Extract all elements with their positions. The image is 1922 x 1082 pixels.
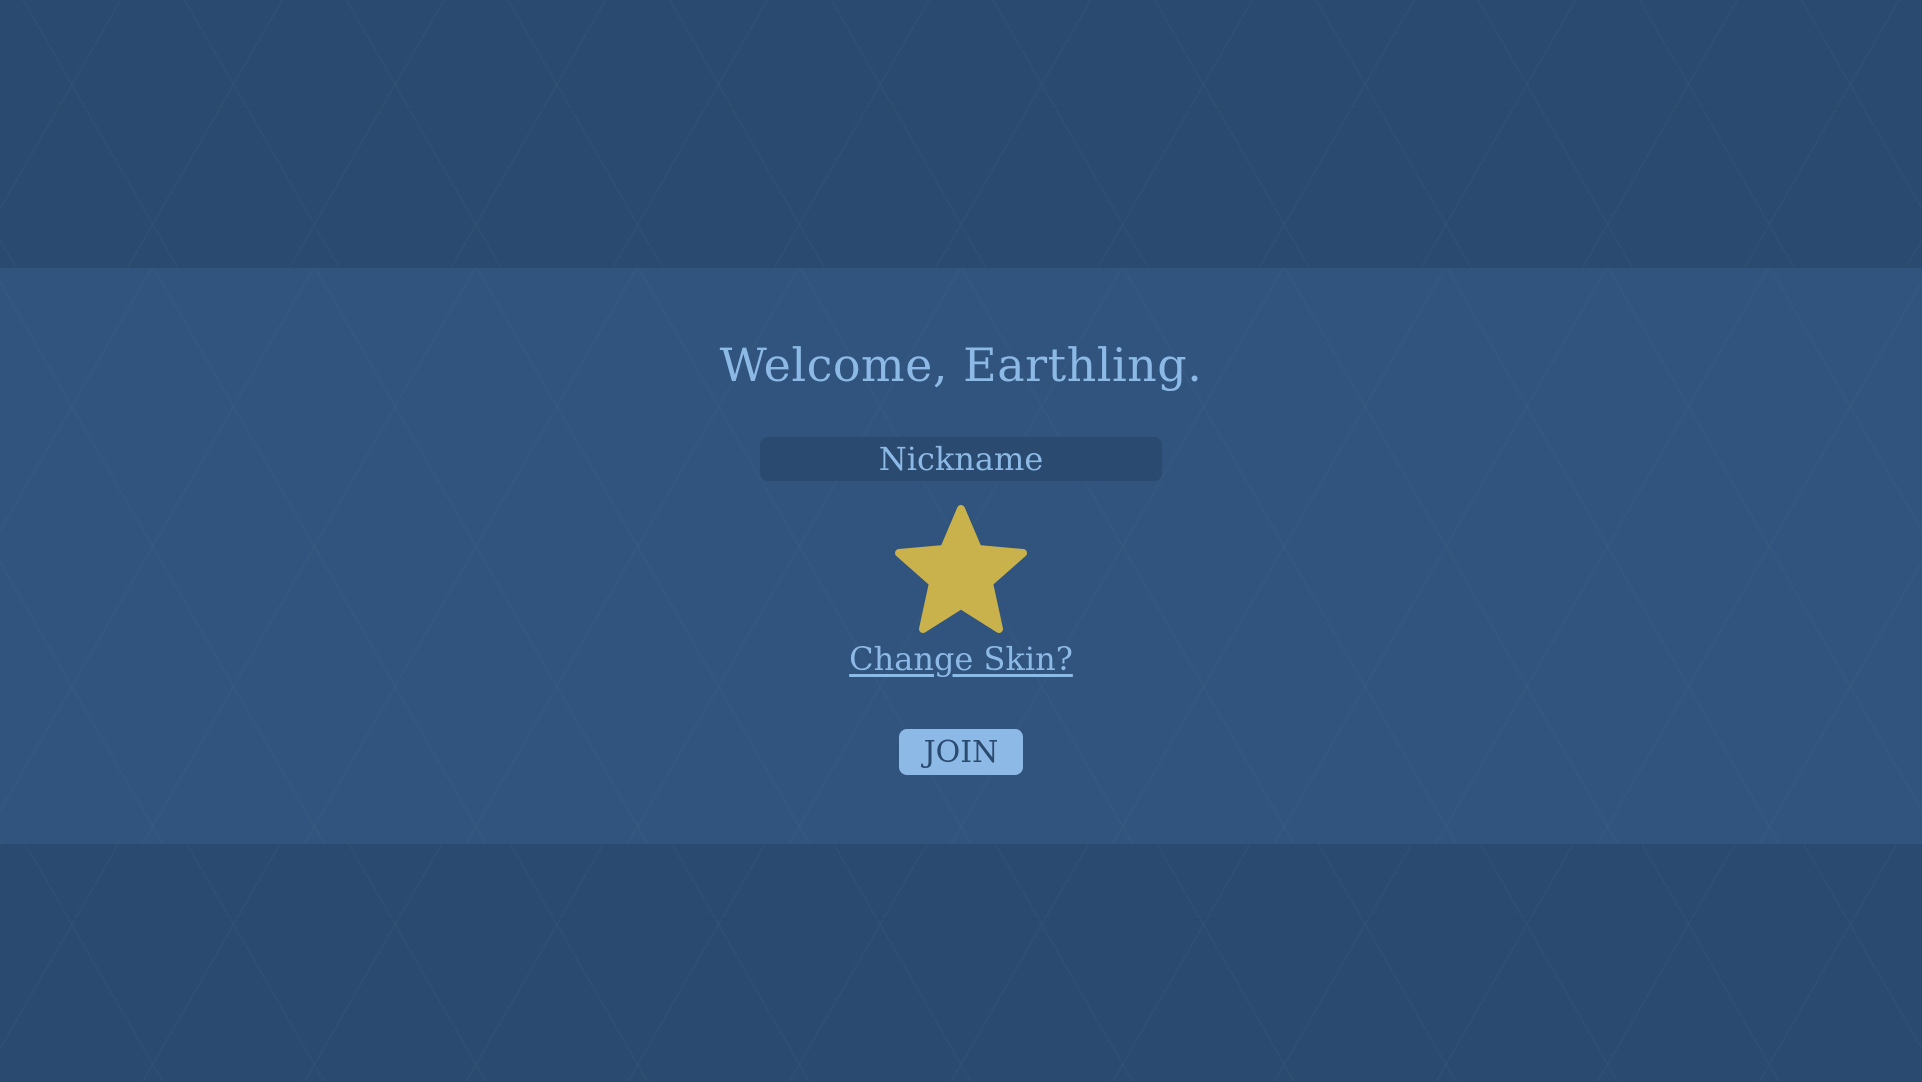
- change-skin-container: Change Skin?: [0, 640, 1922, 678]
- star-icon: [895, 505, 1027, 633]
- nickname-input[interactable]: [760, 437, 1162, 481]
- welcome-title: Welcome, Earthling.: [719, 338, 1203, 392]
- game-lobby-screen: Welcome, Earthling. Change Skin? JOIN: [0, 0, 1922, 1082]
- join-button[interactable]: JOIN: [899, 729, 1023, 775]
- change-skin-link[interactable]: Change Skin?: [849, 640, 1073, 678]
- skin-preview: [895, 505, 1027, 633]
